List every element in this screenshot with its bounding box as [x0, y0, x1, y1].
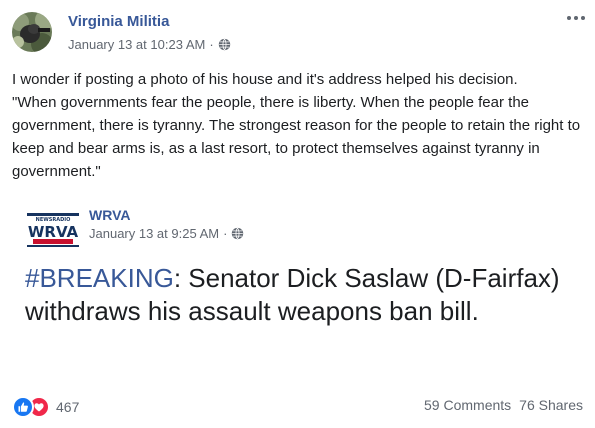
wrva-logo-text: WRVA — [28, 223, 79, 241]
globe-icon[interactable] — [218, 38, 231, 51]
shared-meta: January 13 at 9:25 AM · — [89, 226, 244, 241]
post-body-line: I wonder if posting a photo of his house… — [12, 71, 518, 88]
post-author[interactable]: Virginia Militia — [68, 13, 169, 30]
shared-author[interactable]: WRVA — [89, 207, 130, 223]
more-options-icon[interactable] — [564, 10, 588, 26]
hashtag-link[interactable]: #BREAKING — [25, 263, 174, 293]
facebook-post: Virginia Militia January 13 at 10:23 AM … — [0, 0, 595, 428]
globe-icon[interactable] — [231, 227, 244, 240]
post-timestamp[interactable]: January 13 at 10:23 AM — [68, 37, 205, 52]
engagement-stats: 59 Comments 76 Shares — [424, 397, 583, 413]
shared-meta-separator: · — [223, 226, 228, 241]
post-meta: January 13 at 10:23 AM · — [68, 37, 231, 52]
page-avatar[interactable] — [12, 12, 52, 52]
post-body-quote: "When governments fear the people, there… — [12, 94, 581, 180]
shared-timestamp[interactable]: January 13 at 9:25 AM — [89, 226, 219, 241]
reactions-summary[interactable]: 467 — [12, 396, 79, 418]
like-icon — [12, 396, 34, 418]
post-body: I wonder if posting a photo of his house… — [12, 68, 587, 183]
reactions-count: 467 — [56, 399, 80, 415]
shared-headline: #BREAKING: Senator Dick Saslaw (D-Fairfa… — [25, 262, 565, 328]
comments-link[interactable]: 59 Comments — [424, 397, 511, 413]
meta-separator: · — [209, 37, 214, 52]
wrva-logo[interactable]: NEWSRADIO WRVA — [25, 207, 81, 249]
shares-link[interactable]: 76 Shares — [519, 397, 583, 413]
